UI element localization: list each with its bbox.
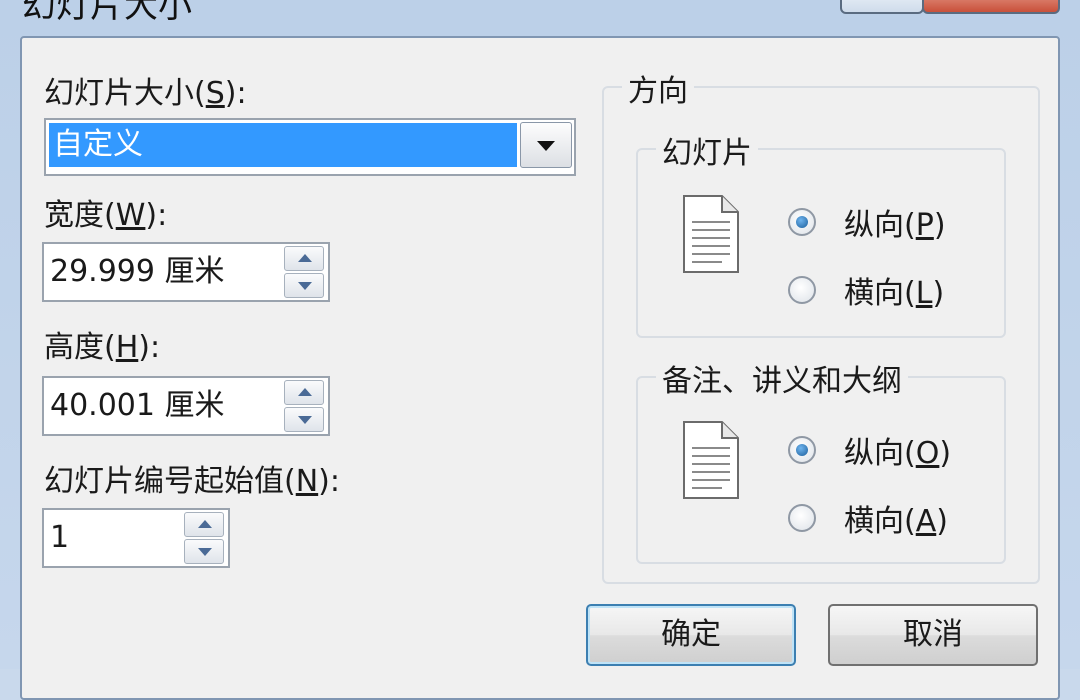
slide-size-dropdown[interactable]: 自定义	[44, 118, 576, 176]
dialog-body: 幻灯片大小(S): 自定义 宽度(W): 29.999 厘米 高度(H): 40…	[20, 36, 1060, 700]
arrow-down-icon	[298, 416, 312, 424]
slides-landscape-radio[interactable]	[788, 276, 816, 304]
height-increment-button[interactable]	[284, 380, 324, 405]
arrow-up-icon	[198, 520, 212, 528]
slide-size-selected: 自定义	[49, 123, 517, 167]
slides-landscape-label[interactable]: 横向(L)	[844, 268, 944, 312]
height-label: 高度(H):	[44, 330, 161, 365]
arrow-up-icon	[298, 388, 312, 396]
notes-group-title: 备注、讲义和大纲	[656, 356, 908, 400]
dropdown-button[interactable]	[520, 122, 572, 168]
height-input[interactable]: 40.001 厘米	[44, 378, 225, 434]
slides-portrait-label[interactable]: 纵向(P)	[844, 200, 946, 244]
notes-portrait-label[interactable]: 纵向(O)	[844, 428, 951, 472]
window-title: 幻灯片大小	[22, 0, 192, 26]
ok-button[interactable]: 确定	[586, 604, 796, 666]
slides-portrait-radio[interactable]	[788, 208, 816, 236]
height-decrement-button[interactable]	[284, 407, 324, 432]
width-label: 宽度(W):	[44, 198, 168, 233]
chevron-down-icon	[537, 141, 555, 151]
start-number-label: 幻灯片编号起始值(N):	[44, 464, 340, 499]
minimize-button[interactable]	[840, 0, 924, 14]
arrow-down-icon	[198, 548, 212, 556]
slides-orientation-group: 幻灯片 纵向(P) 横向(L)	[636, 128, 1006, 338]
width-increment-button[interactable]	[284, 246, 324, 271]
height-stepper[interactable]: 40.001 厘米	[42, 376, 330, 436]
arrow-down-icon	[298, 282, 312, 290]
document-icon	[683, 195, 739, 273]
start-number-stepper[interactable]: 1	[42, 508, 230, 568]
start-number-input[interactable]: 1	[44, 510, 69, 566]
notes-orientation-group: 备注、讲义和大纲 纵向(O) 横向(A)	[636, 356, 1006, 564]
title-bar: 幻灯片大小	[0, 0, 1080, 36]
cancel-button[interactable]: 取消	[828, 604, 1038, 666]
start-number-decrement-button[interactable]	[184, 539, 224, 564]
width-input[interactable]: 29.999 厘米	[44, 244, 225, 300]
slide-size-label: 幻灯片大小(S):	[44, 76, 247, 111]
notes-landscape-label[interactable]: 横向(A)	[844, 496, 948, 540]
orientation-group: 方向 幻灯片 纵向(P) 横向(L) 备注、讲义和大纲 纵向(O) 横向(A)	[602, 66, 1040, 584]
slides-group-title: 幻灯片	[656, 128, 758, 172]
start-number-increment-button[interactable]	[184, 512, 224, 537]
width-decrement-button[interactable]	[284, 273, 324, 298]
notes-portrait-radio[interactable]	[788, 436, 816, 464]
document-icon	[683, 421, 739, 499]
close-button[interactable]	[922, 0, 1060, 14]
dialog-window: 幻灯片大小 幻灯片大小(S): 自定义 宽度(W): 29.999 厘米 高度(…	[0, 0, 1080, 700]
orientation-title: 方向	[622, 66, 694, 110]
notes-landscape-radio[interactable]	[788, 504, 816, 532]
arrow-up-icon	[298, 254, 312, 262]
width-stepper[interactable]: 29.999 厘米	[42, 242, 330, 302]
